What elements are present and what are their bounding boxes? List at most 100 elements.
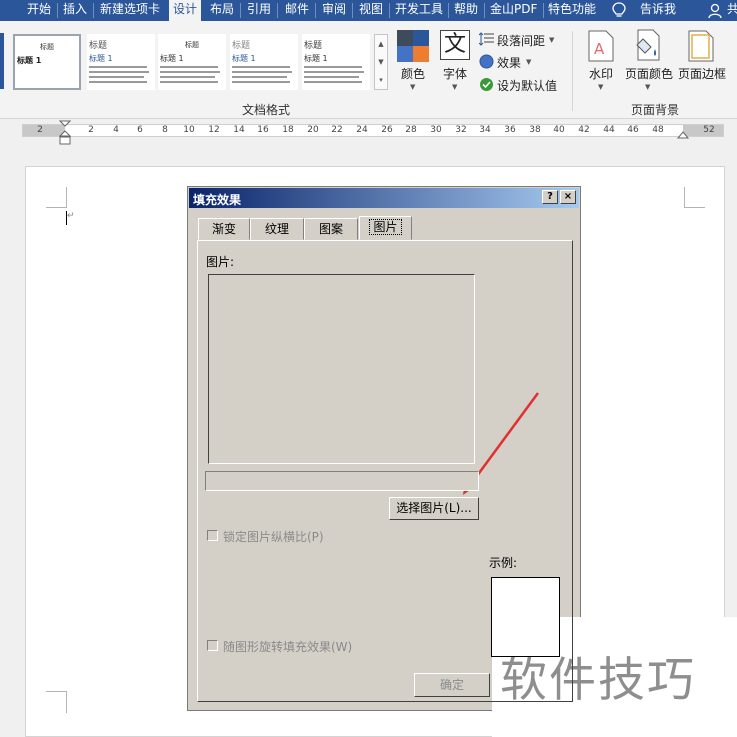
- ribbon-tab-bar: 开始 插入 新建选项卡 设计 布局 引用 邮件 审阅 视图 开发工具 帮助 金山…: [0, 0, 737, 21]
- fonts-icon[interactable]: 文: [440, 30, 470, 60]
- set-as-default-button[interactable]: 设为默认值: [497, 77, 557, 94]
- picture-preview: [208, 274, 475, 464]
- gallery-more-icon[interactable]: ▾: [375, 71, 387, 89]
- chevron-down-icon: ▼: [526, 58, 532, 66]
- crop-mark: [66, 187, 67, 207]
- tab-design[interactable]: 设计: [169, 0, 201, 21]
- page-background-group-label: 页面背景: [631, 103, 680, 117]
- ruler-number: 30: [430, 125, 442, 135]
- ruler-number: 12: [208, 125, 220, 135]
- crop-mark: [46, 691, 67, 692]
- tab-references[interactable]: 引用: [247, 0, 271, 21]
- tab-layout[interactable]: 布局: [210, 0, 234, 21]
- color-palette-icon[interactable]: [397, 30, 429, 62]
- tab-gradient[interactable]: 渐变: [198, 218, 250, 240]
- colors-button-label[interactable]: 颜色: [401, 65, 425, 82]
- fill-effects-dialog: 填充效果 ? × 渐变 纹理 图案 图片 图片: 选择图片(L)... 锁定图片…: [187, 186, 581, 711]
- scroll-up-icon[interactable]: ▲: [375, 35, 387, 53]
- chevron-down-icon: ▼: [549, 36, 555, 44]
- close-button[interactable]: ×: [560, 190, 576, 204]
- ruler-number: 18: [282, 125, 294, 135]
- crop-mark: [66, 692, 67, 713]
- dialog-titlebar[interactable]: 填充效果 ? ×: [189, 188, 579, 208]
- sample-label: 示例:: [489, 556, 518, 570]
- ruler-number: 28: [405, 125, 417, 135]
- tab-review[interactable]: 审阅: [322, 0, 346, 21]
- ruler-number: 22: [331, 125, 343, 135]
- style-thumb-3[interactable]: 标题 标题 1: [158, 34, 226, 90]
- right-indent-marker-icon[interactable]: [677, 131, 689, 140]
- paragraph-mark-icon: ↵: [67, 211, 75, 221]
- ribbon-body: 标题 标题 1 标题 标题 1 标题 标题 1 标题 标题 1 标题 标题 1 …: [0, 21, 737, 119]
- tab-pattern[interactable]: 图案: [304, 218, 358, 240]
- ruler-number: 38: [529, 125, 541, 135]
- page-color-icon[interactable]: [633, 29, 665, 62]
- sample-preview: [491, 577, 560, 657]
- scroll-down-icon[interactable]: ▼: [375, 53, 387, 71]
- page-border-icon[interactable]: [688, 30, 714, 62]
- style-thumb-1[interactable]: 标题 标题 1: [13, 34, 81, 90]
- page-border-button-label[interactable]: 页面边框: [678, 65, 726, 82]
- ruler-number: 52: [703, 125, 715, 135]
- picture-label: 图片:: [206, 255, 235, 269]
- fonts-button-label[interactable]: 字体: [443, 65, 467, 82]
- lock-aspect-label: 锁定图片纵横比(P): [223, 530, 324, 544]
- tab-separator: [240, 3, 241, 18]
- ruler-number: 34: [479, 125, 491, 135]
- tab-new-tab[interactable]: 新建选项卡: [100, 0, 160, 21]
- watermark-button-label[interactable]: 水印: [589, 65, 613, 82]
- picture-name-field: [205, 471, 479, 491]
- lightbulb-icon: [612, 2, 626, 17]
- watermark-icon[interactable]: A: [588, 30, 614, 62]
- ruler-number: 46: [627, 125, 639, 135]
- ruler-number: 2: [37, 125, 43, 135]
- partial-theme-button[interactable]: [0, 33, 4, 89]
- tab-separator: [57, 3, 58, 18]
- chevron-down-icon: ▼: [410, 83, 416, 91]
- tab-help[interactable]: 帮助: [454, 0, 478, 21]
- tab-picture-label: 图片: [369, 219, 402, 235]
- tab-special-features[interactable]: 特色功能: [548, 0, 596, 21]
- tab-mailings[interactable]: 邮件: [285, 0, 309, 21]
- tab-kingsoft-pdf[interactable]: 金山PDF: [490, 0, 537, 21]
- tab-developer[interactable]: 开发工具: [395, 0, 443, 21]
- indent-marker-icon[interactable]: [59, 120, 71, 146]
- ruler-number: 10: [183, 125, 195, 135]
- tab-view[interactable]: 视图: [359, 0, 383, 21]
- rotate-with-shape-label: 随图形旋转填充效果(W): [223, 640, 353, 654]
- document-format-group-label: 文档格式: [242, 103, 291, 117]
- ruler-number: 26: [381, 125, 393, 135]
- paragraph-spacing-button[interactable]: 段落间距: [497, 32, 545, 49]
- ruler-number: 42: [578, 125, 590, 135]
- tab-home[interactable]: 开始: [27, 0, 51, 21]
- style-thumb-4[interactable]: 标题 标题 1: [230, 34, 298, 90]
- tab-separator: [352, 3, 353, 18]
- style-thumb-5[interactable]: 标题 标题 1: [302, 34, 370, 90]
- tab-share[interactable]: 共: [727, 0, 737, 21]
- ruler-number: 4: [113, 125, 119, 135]
- lock-aspect-checkbox[interactable]: [207, 530, 218, 541]
- effects-button[interactable]: 效果: [497, 54, 521, 71]
- paragraph-spacing-icon: [479, 32, 494, 46]
- ruler-number: 24: [356, 125, 368, 135]
- select-picture-button[interactable]: 选择图片(L)...: [389, 497, 479, 520]
- tab-tell-me[interactable]: 告诉我: [640, 0, 676, 21]
- tab-texture[interactable]: 纹理: [250, 218, 304, 240]
- ruler-number: 14: [233, 125, 245, 135]
- tab-separator: [543, 3, 544, 18]
- page-color-button-label[interactable]: 页面颜色: [625, 65, 673, 82]
- crop-mark: [684, 187, 685, 207]
- crop-mark: [46, 207, 67, 208]
- tab-insert[interactable]: 插入: [63, 0, 87, 21]
- help-button[interactable]: ?: [542, 190, 558, 204]
- tab-picture[interactable]: 图片: [359, 216, 412, 240]
- style-gallery-scroll[interactable]: ▲ ▼ ▾: [374, 34, 388, 90]
- style-thumb-2[interactable]: 标题 标题 1: [87, 34, 155, 90]
- chevron-down-icon: ▼: [598, 83, 604, 91]
- horizontal-ruler[interactable]: 2 2 4 6 8 10 12 14 16 18 20 22 24 26 28 …: [22, 124, 724, 137]
- rotate-with-shape-checkbox[interactable]: [207, 640, 218, 651]
- ruler-number: 2: [88, 125, 94, 135]
- dialog-title: 填充效果: [193, 193, 242, 207]
- ruler-number: 8: [162, 125, 168, 135]
- ok-button[interactable]: 确定: [414, 673, 490, 697]
